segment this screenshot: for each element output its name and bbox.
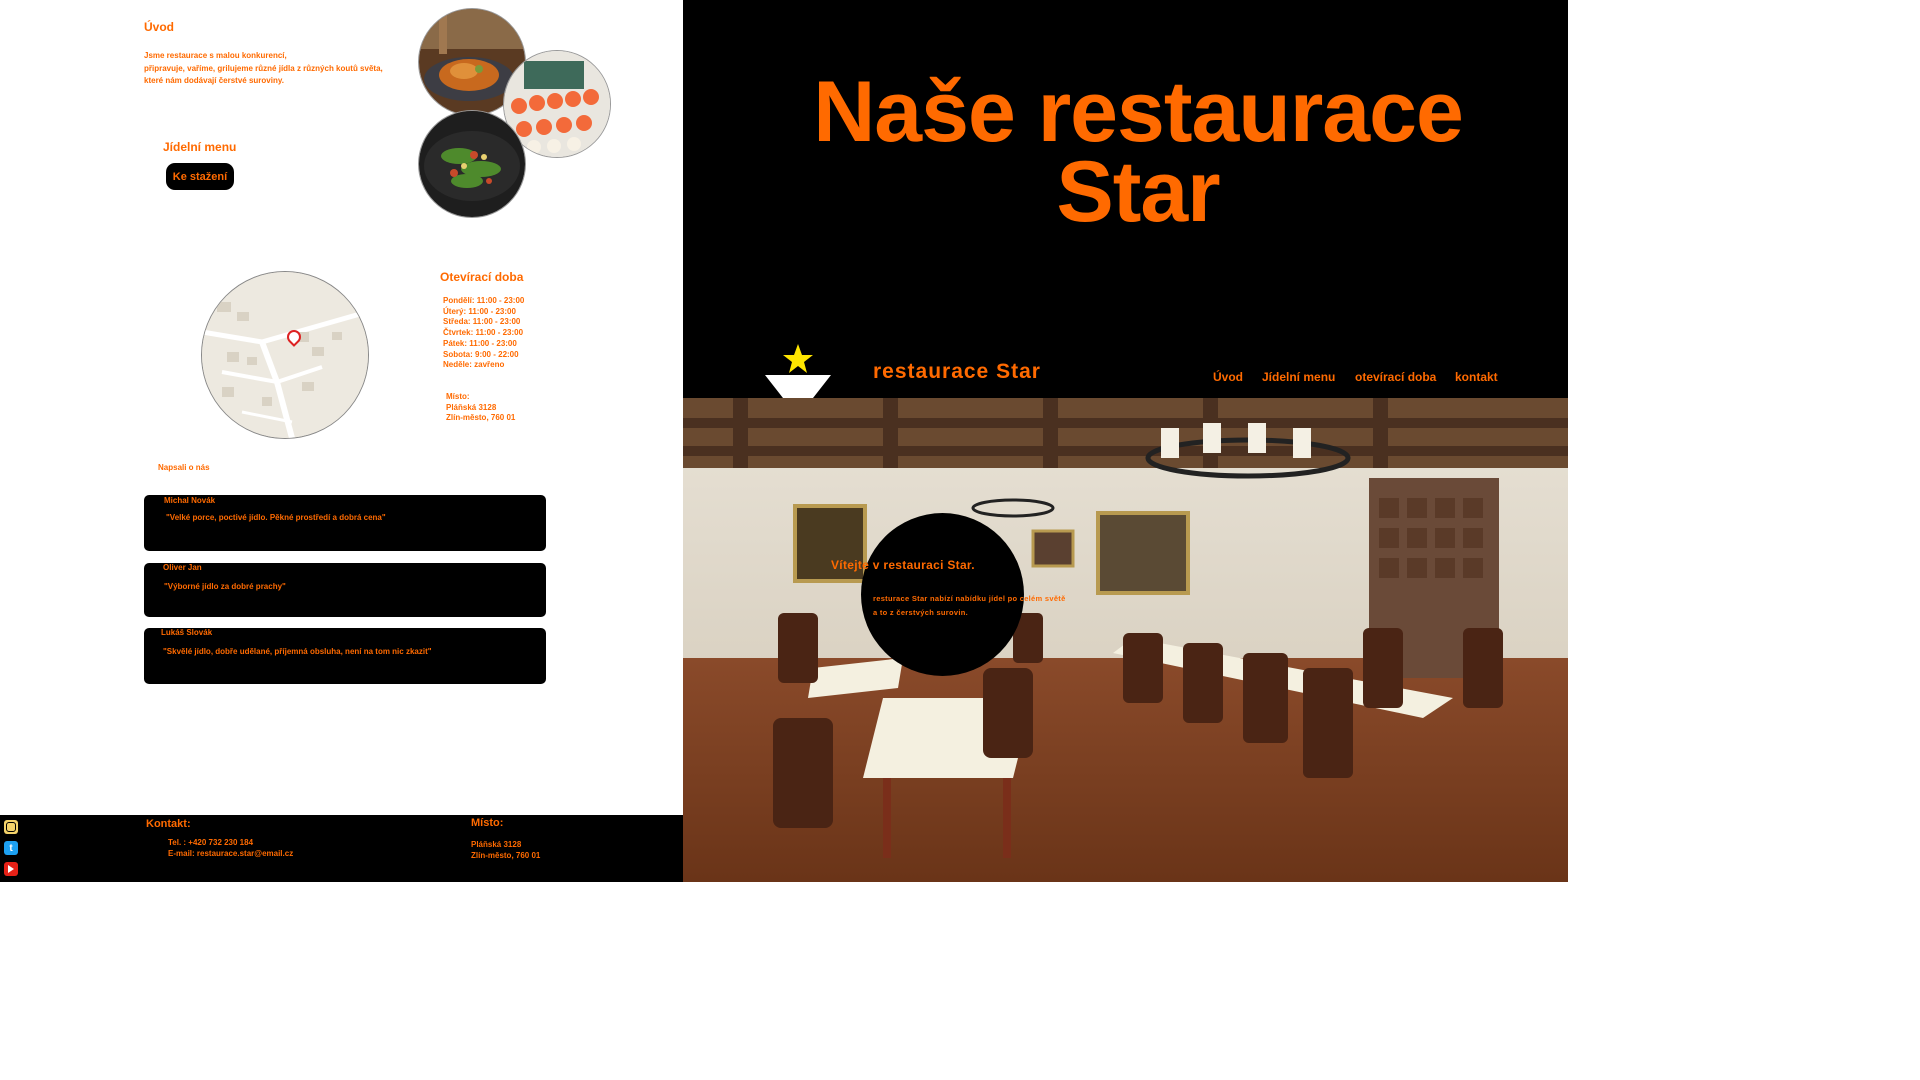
footer-place-line: Zlín-město, 760 01 [471,850,541,860]
intro-line: které nám dodávají čerstvé suroviny. [144,76,284,85]
hours-place: Místo: Pláňská 3128 Zlín-město, 760 01 [446,392,515,424]
place-line: Zlín-město, 760 01 [446,413,516,423]
right-panel: Naše restaurace Star restaurace Star Úvo… [683,0,1568,882]
footer-phone: Tel. : +420 732 230 184 [168,838,254,847]
nav-link-hours[interactable]: otevírací doba [1355,370,1436,384]
location-map[interactable] [201,271,369,439]
footer-place-label: Místo: [471,817,504,829]
hours-line: Úterý: 11:00 - 23:00 [443,306,516,316]
hours-title: Otevírací doba [440,270,524,284]
left-panel: Úvod Jsme restaurace s malou konkurencí,… [0,0,683,882]
place-label: Místo: [446,392,470,401]
youtube-icon[interactable] [4,862,18,876]
footer-contact: Tel. : +420 732 230 184 E-mail: restaura… [168,838,293,859]
hours-line: Pátek: 11:00 - 23:00 [443,338,517,348]
review-author: Oliver Jan [163,563,202,572]
food-photo-salad [418,110,526,218]
logo[interactable] [763,342,833,400]
welcome-title: Vítejte v restauraci Star. [831,558,975,572]
welcome-line: resturace Star nabízí nabídku jídel po c… [873,594,1066,603]
hours-line: Čtvrtek: 11:00 - 23:00 [443,328,524,338]
hours-line: Neděle: zavřeno [443,360,505,370]
place-line: Pláňská 3128 [446,402,497,412]
review-card: Michal Novák "Velké porce, poctivé jídlo… [144,495,546,551]
twitter-icon[interactable]: t [4,841,18,855]
menu-title: Jídelní menu [163,140,237,154]
menu-download-button[interactable]: Ke stažení [166,163,234,190]
nav-link-uvod[interactable]: Úvod [1213,370,1243,384]
review-card: Lukáš Slovák "Skvělé jídlo, dobře udělan… [144,628,546,684]
instagram-icon[interactable] [4,820,18,834]
welcome-circle: Vítejte v restauraci Star. resturace Sta… [831,513,1065,676]
intro-line: připravuje, vaříme, grilujeme různé jídl… [144,63,383,73]
intro-title: Úvod [144,20,174,34]
review-author: Lukáš Slovák [161,628,213,637]
welcome-line: a to z čerstvých surovin. [873,608,969,617]
review-quote: "Výborné jídlo za dobré prachy" [164,582,286,591]
reviews-title: Napsali o nás [158,463,210,472]
hero-title-line: Star [1056,144,1220,240]
footer-place: Pláňská 3128 Zlín-město, 760 01 [471,840,540,861]
hours-list: Pondělí: 11:00 - 23:00 Úterý: 11:00 - 23… [443,296,524,371]
review-quote: "Velké porce, poctivé jídlo. Pěkné prost… [166,513,386,522]
intro-line: Jsme restaurace s malou konkurencí, [144,51,287,60]
hours-line: Pondělí: 11:00 - 23:00 [443,296,525,305]
hours-line: Sobota: 9:00 - 22:00 [443,349,519,359]
footer-email[interactable]: E-mail: restaurace.star@email.cz [168,849,293,860]
intro-text: Jsme restaurace s malou konkurencí, přip… [144,50,414,88]
navbar-brand[interactable]: restaurace Star [873,360,1041,384]
review-card: Oliver Jan "Výborné jídlo za dobré prach… [144,563,546,617]
footer-contact-label: Kontakt: [146,818,191,830]
hours-line: Středa: 11:00 - 23:00 [443,317,521,327]
welcome-text: resturace Star nabízí nabídku jídel po c… [873,592,1066,620]
star-icon [783,344,813,373]
footer-place-line: Pláňská 3128 [471,840,522,849]
review-author: Michal Novák [164,496,216,505]
nav-link-menu[interactable]: Jídelní menu [1262,370,1335,384]
review-quote: "Skvělé jídlo, dobře udělané, příjemná o… [163,647,432,656]
restaurant-interior-photo [683,398,1568,882]
hero-title: Naše restaurace Star [783,64,1493,240]
hero-title-line: Naše restaurace [813,64,1464,160]
nav-link-contact[interactable]: kontakt [1455,370,1498,384]
footer: t Kontakt: Tel. : +420 732 230 184 E-mai… [0,815,683,882]
